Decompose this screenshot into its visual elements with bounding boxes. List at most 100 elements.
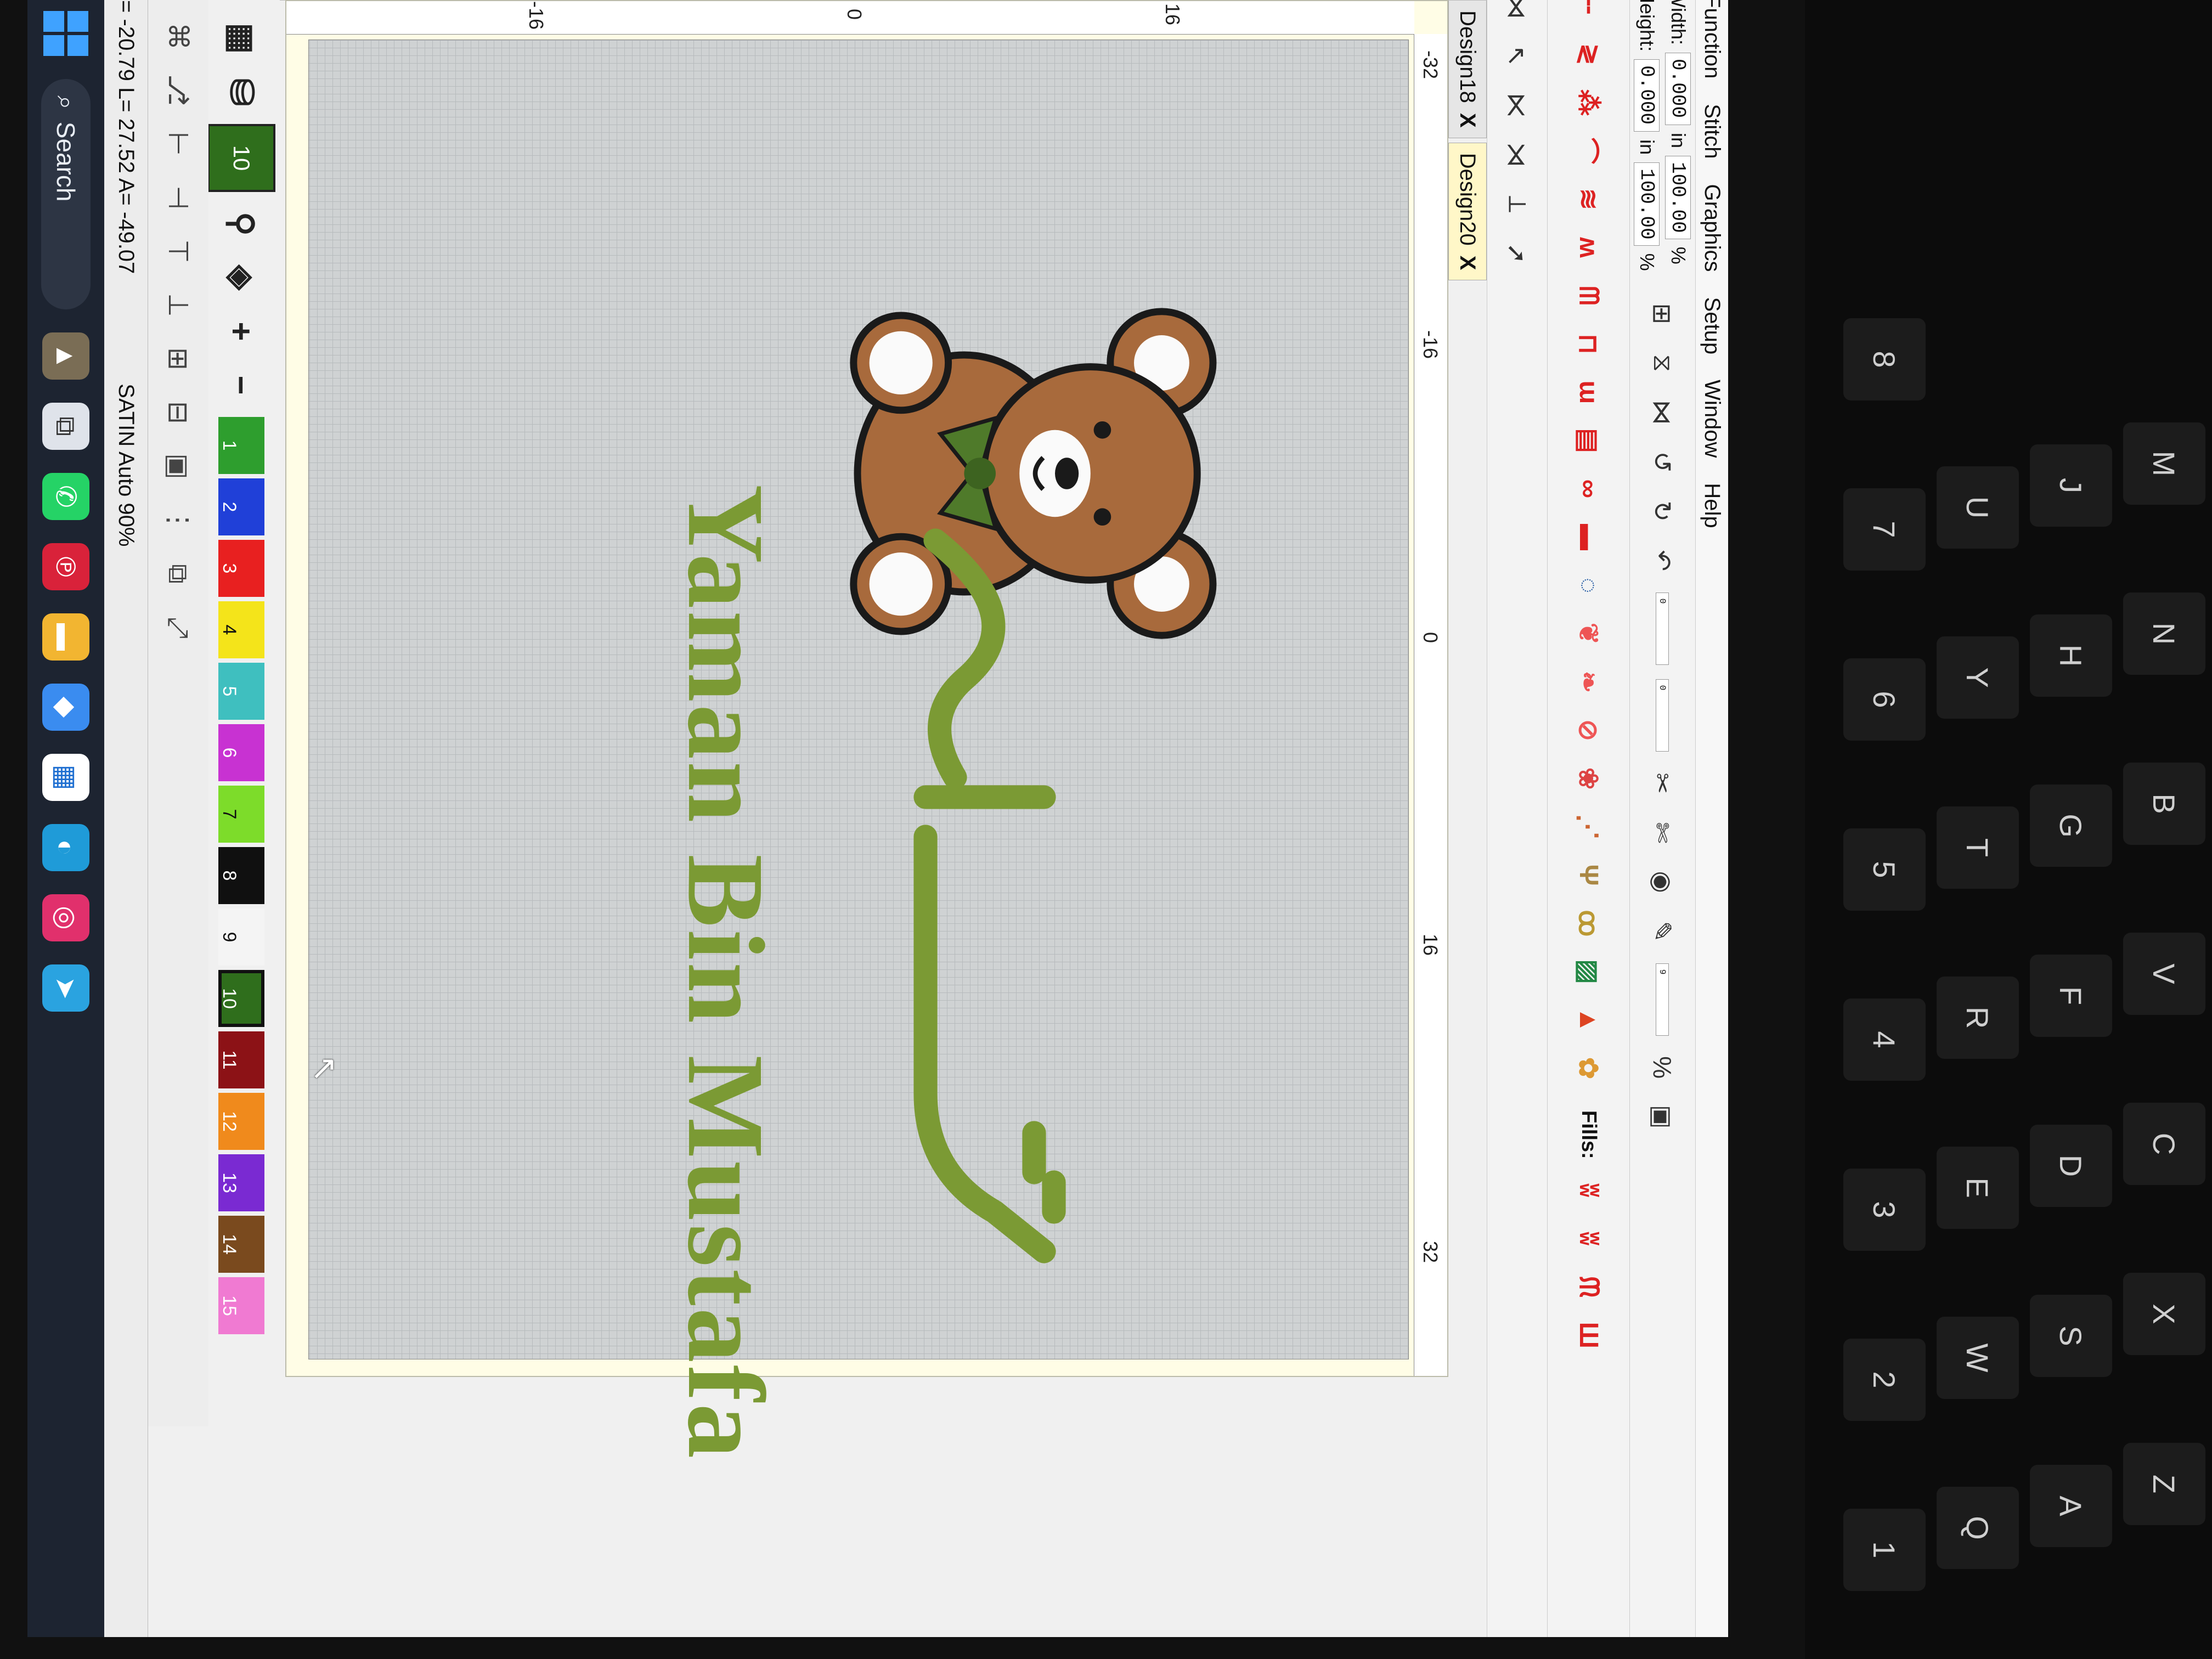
feather-icon[interactable]: ❦ (1572, 617, 1606, 651)
color-swatch-10[interactable]: 10 (218, 970, 264, 1027)
menu-stitch[interactable]: Stitch (1700, 104, 1724, 159)
remove-color-icon[interactable]: − (219, 363, 263, 407)
distribute-icon[interactable]: ⋮ (159, 500, 198, 540)
stitch-grid[interactable]: Yaman Bin Mustafa ↖ (307, 40, 1409, 1460)
tab-design20-close-icon[interactable]: X (1455, 256, 1480, 270)
node-cut-icon[interactable]: ⋉ (1500, 88, 1535, 123)
menu-setup[interactable]: Setup (1700, 297, 1724, 355)
color-grid-icon[interactable]: ▦ (219, 16, 263, 60)
tab-design20[interactable]: Design20 X (1448, 142, 1487, 281)
border-fill-icon[interactable]: ▬ (1572, 520, 1606, 554)
thread-spool-icon[interactable]: ⛁ (219, 70, 263, 114)
telegram-icon[interactable]: ➤ (42, 964, 89, 1012)
scissors-icon[interactable]: ✂ (1645, 766, 1680, 801)
edge-icon[interactable]: ◐ (42, 824, 89, 871)
shapes-icon[interactable]: ▲ (1572, 1003, 1606, 1037)
bean-stitch-icon[interactable]: ⁂ (1572, 86, 1606, 120)
color-swatch-4[interactable]: 4 (218, 601, 264, 658)
paint-bucket-icon[interactable]: ◈ (219, 256, 263, 300)
menu-graphics[interactable]: Graphics (1700, 184, 1724, 272)
split-icon[interactable]: ⎇ (159, 70, 198, 110)
zoom-field[interactable]: 9 (1656, 963, 1669, 1036)
task-view-icon[interactable]: ⧉ (42, 403, 89, 450)
node-add-icon[interactable]: ⋊ (1500, 137, 1535, 172)
color-swatch-7[interactable]: 7 (218, 786, 264, 843)
figure-pair-icon[interactable]: ꝏ (1572, 906, 1606, 940)
copilot-icon[interactable]: ◆ (42, 684, 89, 731)
rotation-field[interactable]: 0 (1656, 592, 1669, 665)
picture-icon[interactable]: ▨ (1572, 955, 1606, 989)
color-swatch-3[interactable]: 3 (218, 540, 264, 597)
width-percent-field[interactable]: 100.00 (1665, 156, 1691, 239)
menu-help[interactable]: Help (1700, 483, 1724, 528)
tab-design18-close-icon[interactable]: X (1455, 113, 1480, 128)
expand-icon[interactable]: ⤢ (159, 608, 198, 647)
whatsapp-icon[interactable]: ✆ (42, 473, 89, 520)
design-canvas[interactable]: -32 -16 0 16 32 16 0 -16 Yaman Bin Musta… (285, 0, 1448, 1460)
fill-wave-icon[interactable]: ʬ (1572, 1222, 1606, 1256)
trace-icon[interactable]: ⌘ (159, 16, 198, 56)
fill-m-icon[interactable]: ᙏ (1572, 1270, 1606, 1304)
comb-stitch-icon[interactable]: ᗰ (1572, 279, 1606, 313)
node-arrow-icon[interactable]: ↖ (1500, 38, 1535, 74)
current-color-swatch[interactable]: 10 (207, 124, 275, 192)
instagram-icon[interactable]: ◎ (42, 894, 89, 941)
measure-icon[interactable]: ⟂ (1500, 187, 1535, 222)
satin-column-icon[interactable]: ⊓ (1572, 327, 1606, 361)
node-select-icon[interactable]: ⋈ (1500, 0, 1535, 24)
color-swatch-6[interactable]: 6 (218, 724, 264, 781)
rotate-right-icon[interactable]: ↻ (1645, 494, 1680, 529)
arrange-icon[interactable]: ⧉ (159, 554, 198, 594)
align-bottom-icon[interactable]: ⊟ (159, 393, 198, 432)
fill-pattern-icon[interactable]: ▤ (1572, 424, 1606, 458)
leaf-red-icon[interactable]: ❀ (1572, 761, 1606, 795)
color-swatch-14[interactable]: 14 (218, 1216, 264, 1273)
knife-icon[interactable]: ✄ (1645, 815, 1680, 850)
arc-stitch-icon[interactable]: ⌒ (1571, 134, 1606, 168)
color-swatch-8[interactable]: 8 (218, 847, 264, 904)
align-top-icon[interactable]: ⊥ (159, 285, 198, 325)
leaf-outline-icon[interactable]: ⊘ (1572, 713, 1606, 747)
widget-landscape-icon[interactable]: ▲ (42, 332, 89, 380)
mirror-horizontal-icon[interactable]: ⧖ (1645, 346, 1680, 381)
wave-stitch-icon[interactable]: ≋ (1572, 182, 1606, 216)
menu-window[interactable]: Window (1700, 380, 1724, 458)
align-center-icon[interactable]: ⊣ (159, 178, 198, 217)
width-field[interactable]: 0.000 (1665, 53, 1691, 126)
color-swatch-15[interactable]: 15 (218, 1277, 264, 1334)
lock-proportion-icon[interactable]: ⊞ (1645, 296, 1680, 331)
color-swatch-13[interactable]: 13 (218, 1154, 264, 1211)
slant-field[interactable]: 0 (1656, 679, 1669, 752)
add-color-icon[interactable]: + (219, 309, 263, 353)
pointer-icon[interactable]: ➚ (1500, 236, 1535, 271)
motif-stitch-icon[interactable]: ʍ (1572, 230, 1606, 264)
pinterest-icon[interactable]: ℗ (42, 543, 89, 590)
arabic-calligraphy-design[interactable] (876, 462, 1074, 1329)
fill-bars-icon[interactable]: Ш (1572, 1318, 1606, 1352)
color-swatch-12[interactable]: 12 (218, 1093, 264, 1150)
trident-icon[interactable]: Ψ (1572, 858, 1606, 892)
file-explorer-icon[interactable]: ▬ (42, 613, 89, 661)
window-icon[interactable]: ▣ (1645, 1099, 1680, 1135)
store-icon[interactable]: ▦ (42, 754, 89, 801)
name-text-design[interactable]: Yaman Bin Mustafa (663, 484, 788, 1460)
brush-icon[interactable]: ✎ (1645, 914, 1680, 949)
align-right-icon[interactable]: ⊤ (159, 232, 198, 271)
color-swatch-2[interactable]: 2 (218, 478, 264, 535)
tab-design18[interactable]: Design18 X (1448, 0, 1487, 138)
height-percent-field[interactable]: 100.00 (1634, 162, 1660, 246)
leaf-fill-icon[interactable]: ❧ (1572, 665, 1606, 699)
color-swatch-11[interactable]: 11 (218, 1031, 264, 1088)
height-field[interactable]: 0.000 (1634, 59, 1660, 132)
line-dash-icon[interactable]: ⋰ (1572, 810, 1606, 844)
circle-tool-icon[interactable]: ◌ (1572, 568, 1606, 602)
running-stitch-icon[interactable]: ╌ (1572, 0, 1606, 23)
satin-wave-icon[interactable]: ɯ (1572, 375, 1606, 409)
color-circle-icon[interactable]: ◉ (1645, 865, 1680, 900)
fill-zigzag-icon[interactable]: ʬ (1572, 1173, 1606, 1207)
menu-function[interactable]: Function (1700, 0, 1724, 78)
mirror-vertical-icon[interactable]: ⋈ (1645, 395, 1680, 430)
color-swatch-9[interactable]: 9 (218, 909, 264, 966)
zigzag-stitch-icon[interactable]: ≷ (1572, 37, 1606, 71)
windows-start-icon[interactable] (43, 11, 88, 56)
